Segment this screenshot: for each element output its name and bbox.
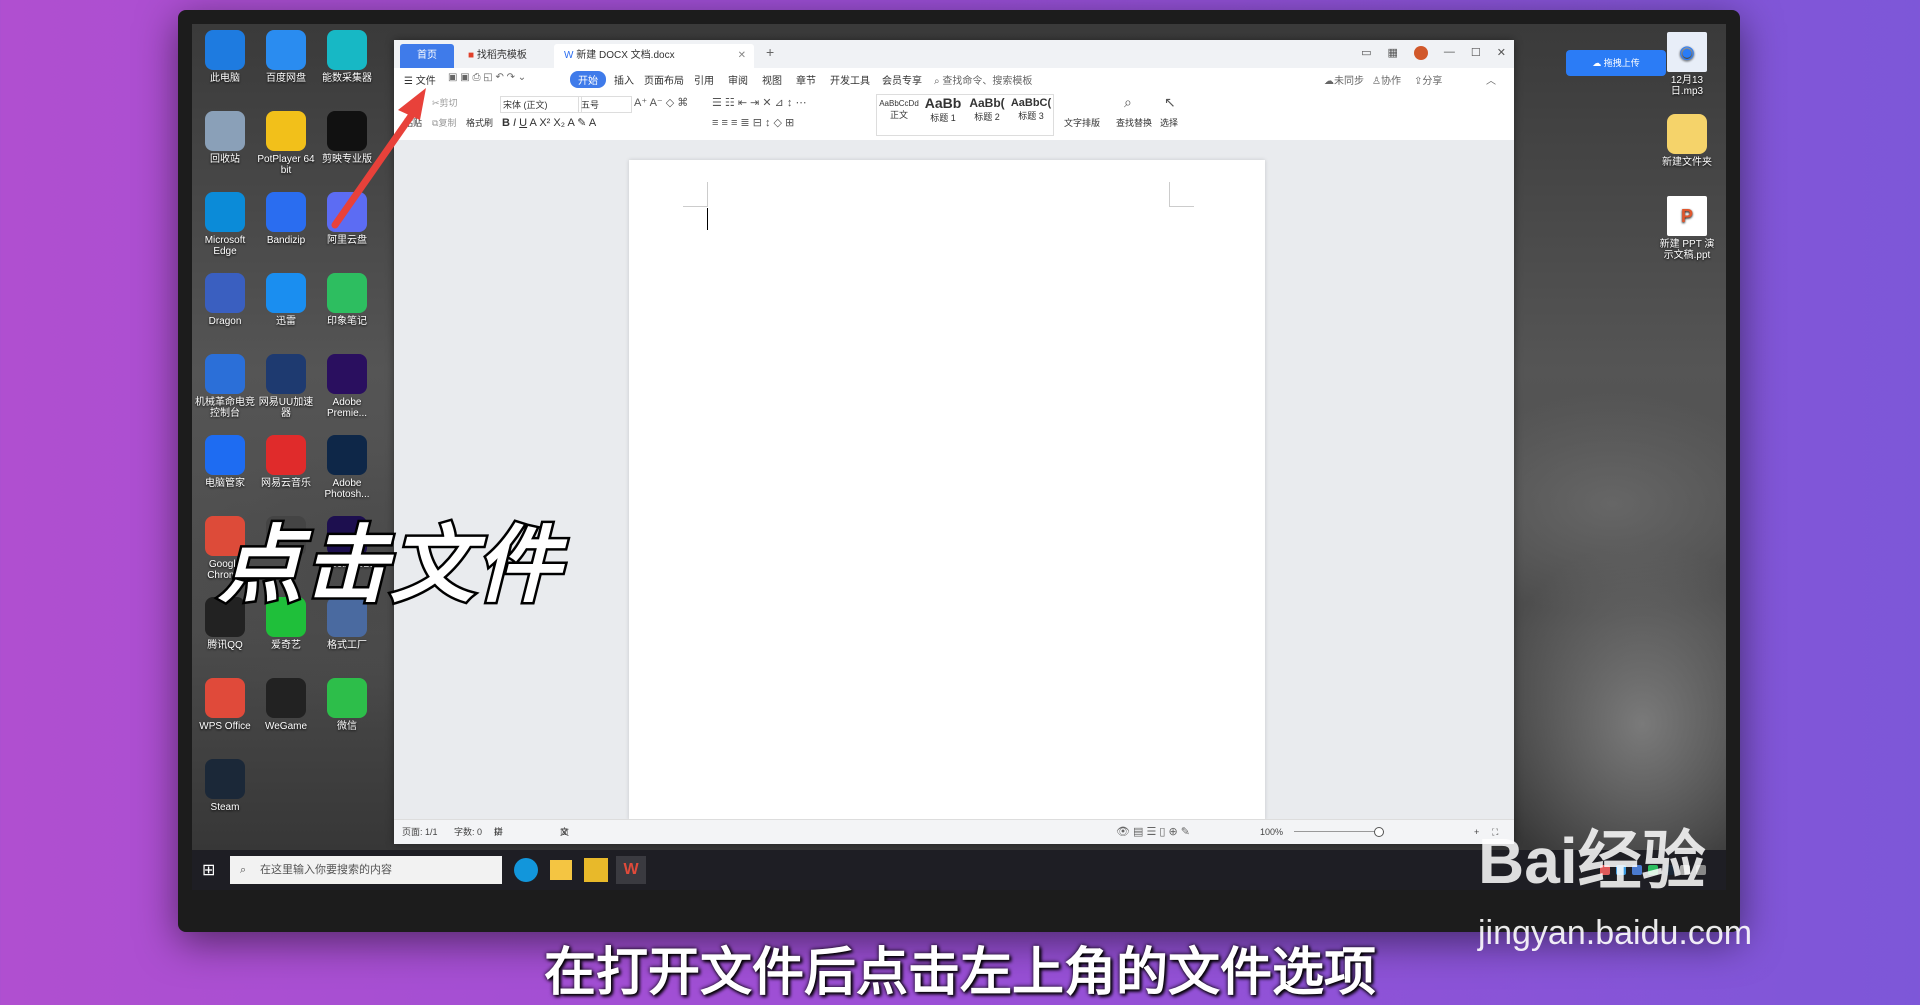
overlay-caption: 点击文件 <box>215 514 563 617</box>
baidu-watermark: Bai经验 <box>1478 825 1706 897</box>
video-subtitle: 在打开文件后点击左上角的文件选项 <box>543 943 1376 1003</box>
